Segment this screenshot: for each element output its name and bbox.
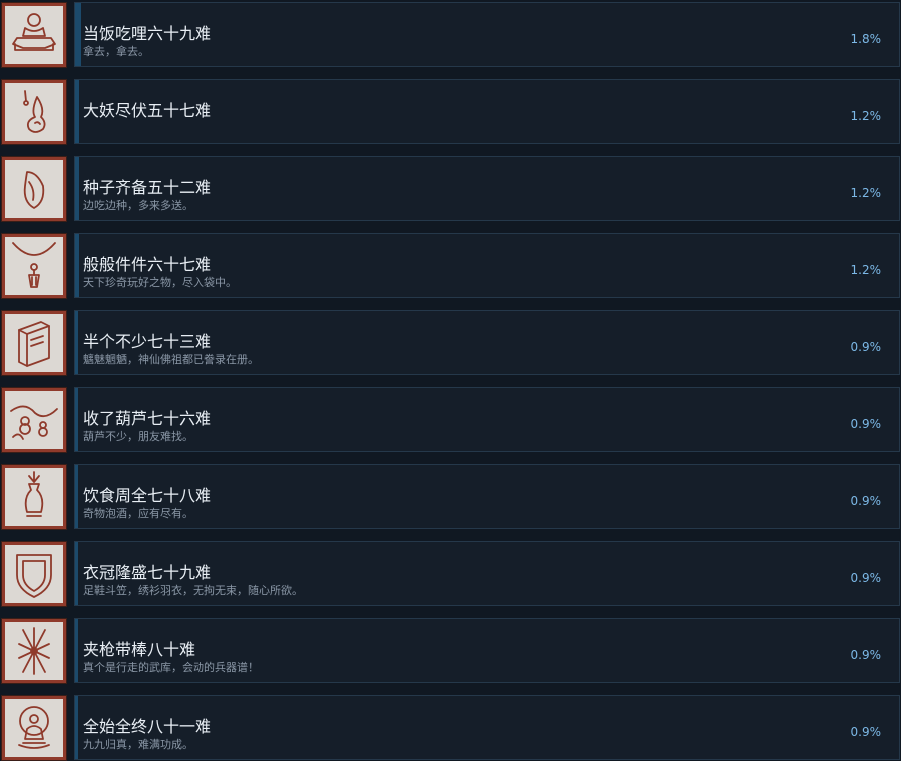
unlock-percentage: 0.9% xyxy=(850,340,882,354)
achievement-description: 足鞋斗笠，绣衫羽衣，无拘无束，随心所欲。 xyxy=(83,584,303,597)
shield-icon xyxy=(1,541,67,607)
achievement-panel: 夹枪带棒八十难真个是行走的武库，会动的兵器谱！ 0.9% xyxy=(74,618,900,683)
achievement-row[interactable]: 全始全终八十一难九九归真，难满功成。 0.9% xyxy=(0,695,901,761)
achievement-description: 奇物泡酒，应有尽有。 xyxy=(83,507,193,520)
mortar-icon xyxy=(1,2,67,68)
achievement-panel: 收了葫芦七十六难葫芦不少，朋友难找。 0.9% xyxy=(74,387,900,452)
achievement-row[interactable]: 衣冠隆盛七十九难足鞋斗笠，绣衫羽衣，无拘无束，随心所欲。 0.9% xyxy=(0,541,901,607)
achievement-row[interactable]: 大妖尽伏五十七难 1.2% xyxy=(0,79,901,145)
unlock-percentage: 0.9% xyxy=(850,417,882,431)
achievement-name: 种子齐备五十二难 xyxy=(83,178,212,197)
achievement-name: 夹枪带棒八十难 xyxy=(83,640,196,659)
unlock-progress-bar xyxy=(75,234,79,297)
achievement-name: 般般件件六十七难 xyxy=(83,255,212,274)
unlock-percentage: 1.2% xyxy=(850,109,882,123)
achievement-panel: 半个不少七十三难魑魅魍魉，神仙佛祖都已誊录在册。 0.9% xyxy=(74,310,900,375)
unlock-progress-bar xyxy=(75,542,78,605)
achievement-description: 真个是行走的武库，会动的兵器谱！ xyxy=(83,661,259,674)
achievement-row[interactable]: 半个不少七十三难魑魅魍魉，神仙佛祖都已誊录在册。 0.9% xyxy=(0,310,901,376)
unlock-progress-bar xyxy=(75,619,78,682)
achievement-panel: 大妖尽伏五十七难 1.2% xyxy=(74,79,900,144)
unlock-progress-bar xyxy=(75,696,78,759)
achievement-name: 饮食周全七十八难 xyxy=(83,486,212,505)
achievement-panel: 种子齐备五十二难边吃边种，多来多送。 1.2% xyxy=(74,156,900,221)
achievement-name: 当饭吃哩六十九难 xyxy=(83,24,212,43)
achievement-name: 大妖尽伏五十七难 xyxy=(83,101,212,120)
unlock-progress-bar xyxy=(75,3,81,66)
unlock-progress-bar xyxy=(75,465,78,528)
achievement-list: 当饭吃哩六十九难 拿去，拿去。 1.8% 大妖尽伏五十七难 1.2% 种子齐备五十二难 边吃… xyxy=(0,0,901,761)
unlock-progress-bar xyxy=(75,311,78,374)
achievement-panel: 当饭吃哩六十九难拿去，拿去。 1.8% xyxy=(74,2,900,67)
unlock-progress-bar xyxy=(75,157,79,220)
achievement-description: 葫芦不少，朋友难找。 xyxy=(83,430,193,443)
achievement-description: 边吃边种，多来多送。 xyxy=(83,199,193,212)
achievement-description: 天下珍奇玩好之物，尽入袋中。 xyxy=(83,276,237,289)
unlock-progress-bar xyxy=(75,388,78,451)
unlock-percentage: 0.9% xyxy=(850,494,882,508)
achievement-row[interactable]: 般般件件六十七难天下珍奇玩好之物，尽入袋中。 1.2% xyxy=(0,233,901,299)
meditating-monk-icon xyxy=(1,695,67,761)
weapons-icon xyxy=(1,618,67,684)
unlock-percentage: 1.8% xyxy=(850,32,882,46)
unlock-percentage: 0.9% xyxy=(850,648,882,662)
achievement-description: 九九归真，难满功成。 xyxy=(83,738,193,751)
unlock-percentage: 0.9% xyxy=(850,725,882,739)
achievement-row[interactable]: 饮食周全七十八难奇物泡酒，应有尽有。 0.9% xyxy=(0,464,901,530)
gourd-flame-icon xyxy=(1,79,67,145)
book-icon xyxy=(1,310,67,376)
unlock-progress-bar xyxy=(75,80,79,143)
achievement-panel: 饮食周全七十八难奇物泡酒，应有尽有。 0.9% xyxy=(74,464,900,529)
unlock-percentage: 1.2% xyxy=(850,186,882,200)
achievement-name: 收了葫芦七十六难 xyxy=(83,409,212,428)
achievement-row[interactable]: 当饭吃哩六十九难拿去，拿去。 1.8% xyxy=(0,2,901,68)
gourd-vine-icon xyxy=(1,387,67,453)
achievement-row[interactable]: 种子齐备五十二难边吃边种，多来多送。 1.2% xyxy=(0,156,901,222)
vase-icon xyxy=(1,464,67,530)
achievement-description: 拿去，拿去。 xyxy=(83,45,149,58)
achievement-panel: 全始全终八十一难九九归真，难满功成。 0.9% xyxy=(74,695,900,760)
achievement-name: 衣冠隆盛七十九难 xyxy=(83,563,212,582)
achievement-name: 半个不少七十三难 xyxy=(83,332,212,351)
achievement-row[interactable]: 夹枪带棒八十难真个是行走的武库，会动的兵器谱！ 0.9% xyxy=(0,618,901,684)
unlock-percentage: 1.2% xyxy=(850,263,882,277)
unlock-percentage: 0.9% xyxy=(850,571,882,585)
achievement-description: 魑魅魍魉，神仙佛祖都已誊录在册。 xyxy=(83,353,259,366)
achievement-row[interactable]: 收了葫芦七十六难葫芦不少，朋友难找。 0.9% xyxy=(0,387,901,453)
pendant-necklace-icon xyxy=(1,233,67,299)
achievement-name: 全始全终八十一难 xyxy=(83,717,212,736)
seed-icon xyxy=(1,156,67,222)
achievement-panel: 衣冠隆盛七十九难足鞋斗笠，绣衫羽衣，无拘无束，随心所欲。 0.9% xyxy=(74,541,900,606)
achievement-panel: 般般件件六十七难天下珍奇玩好之物，尽入袋中。 1.2% xyxy=(74,233,900,298)
